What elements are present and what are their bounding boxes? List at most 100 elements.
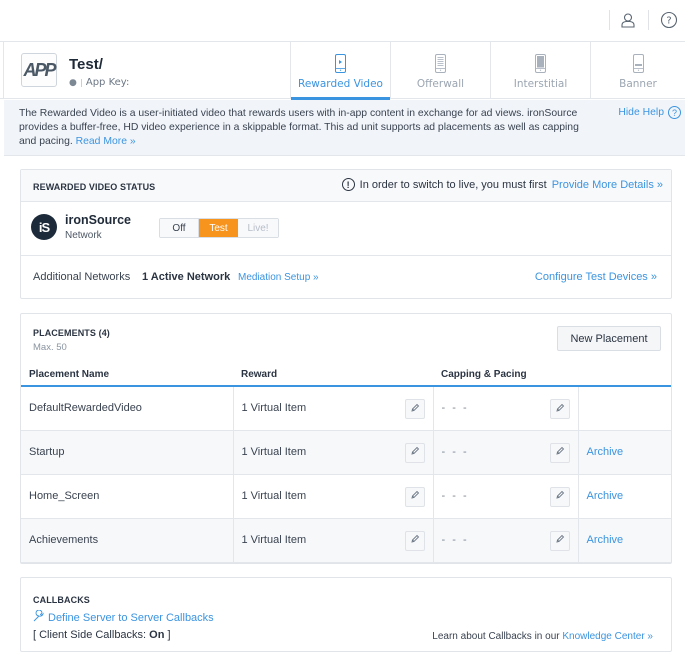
action-cell: Archive <box>578 518 671 563</box>
additional-networks-label: Additional Networks <box>33 271 131 283</box>
learn-callbacks: Learn about Callbacks in our Knowledge C… <box>432 631 653 642</box>
divider <box>609 10 610 30</box>
edit-capping-button[interactable] <box>549 442 570 463</box>
rewarded-video-status-card: REWARDED VIDEO STATUS ! In order to swit… <box>20 169 672 299</box>
edit-capping-button[interactable] <box>549 530 570 551</box>
placements-title: PLACEMENTS (4) <box>33 328 110 338</box>
help-panel: The Rewarded Video is a user-initiated v… <box>4 100 685 156</box>
placement-name: Home_Screen <box>21 474 234 519</box>
table-row: Startup 1 Virtual Item - - - Archive <box>21 430 671 475</box>
toggle-live[interactable]: Live! <box>238 219 278 237</box>
user-icon[interactable] <box>618 10 638 30</box>
edit-reward-button[interactable] <box>404 486 425 507</box>
pencil-icon <box>410 403 420 416</box>
new-placement-button[interactable]: New Placement <box>557 326 661 351</box>
pencil-icon <box>555 490 565 503</box>
svg-text:?: ? <box>666 16 671 27</box>
knowledge-center-link[interactable]: Knowledge Center » <box>562 631 653 642</box>
ad-unit-tabs: Rewarded Video Offerwall Interstitial Ba… <box>290 42 685 100</box>
toggle-off[interactable]: Off <box>160 219 199 237</box>
action-cell <box>578 386 671 431</box>
action-cell: Archive <box>578 474 671 519</box>
column-header <box>578 364 671 387</box>
capping-cell: - - - <box>433 430 579 475</box>
help-text: The Rewarded Video is a user-initiated v… <box>19 108 579 147</box>
additional-networks-row: Additional Networks 1 Active Network Med… <box>21 256 671 298</box>
edit-reward-button[interactable] <box>404 530 425 551</box>
edit-capping-button[interactable] <box>549 399 570 419</box>
interstitial-icon <box>535 54 546 73</box>
reward-cell: 1 Virtual Item <box>233 518 434 563</box>
hide-help-button[interactable]: Hide Help ? <box>618 106 681 119</box>
apple-icon: ● <box>69 77 77 88</box>
exclamation-icon: ! <box>341 178 355 191</box>
table-row: Home_Screen 1 Virtual Item - - - Archive <box>21 474 671 519</box>
network-row: iS ironSource Network Off Test Live! <box>21 202 671 256</box>
wrench-icon <box>33 609 45 625</box>
pencil-icon <box>555 534 565 547</box>
read-more-link[interactable]: Read More » <box>76 136 136 147</box>
callbacks-title: CALLBACKS <box>33 595 90 605</box>
capping-cell: - - - <box>433 518 579 563</box>
action-cell: Archive <box>578 430 671 475</box>
reward-cell: 1 Virtual Item <box>233 386 434 431</box>
pencil-icon <box>555 403 565 416</box>
reward-cell: 1 Virtual Item <box>233 474 434 519</box>
app-key: ● App Key: <box>69 77 129 88</box>
app-header: APP Test/ ● App Key: Rewarded Video Offe… <box>0 42 685 100</box>
section-title: REWARDED VIDEO STATUS <box>33 182 156 192</box>
help-circle-icon: ? <box>668 106 681 119</box>
offerwall-icon <box>435 54 446 73</box>
column-header: Capping & Pacing <box>433 364 578 387</box>
tab-banner[interactable]: Banner <box>590 42 685 99</box>
placement-name: Startup <box>21 430 234 475</box>
placements-table: Placement Name Reward Capping & Pacing D… <box>21 364 671 563</box>
column-header: Reward <box>233 364 433 387</box>
column-header: Placement Name <box>21 364 233 387</box>
edit-capping-button[interactable] <box>549 486 570 507</box>
live-warning: ! In order to switch to live, you must f… <box>341 178 663 191</box>
tab-rewarded-video[interactable]: Rewarded Video <box>290 42 390 100</box>
active-network-count: 1 Active Network <box>142 271 231 283</box>
tab-label: Banner <box>619 78 657 90</box>
toggle-test[interactable]: Test <box>199 219 238 237</box>
tab-interstitial[interactable]: Interstitial <box>490 42 590 99</box>
define-callbacks-link[interactable]: Define Server to Server Callbacks <box>33 609 214 625</box>
mediation-setup-link[interactable]: Mediation Setup » <box>238 272 319 283</box>
pencil-icon <box>555 446 565 459</box>
pencil-icon <box>410 534 420 547</box>
archive-link[interactable]: Archive <box>587 490 624 502</box>
top-bar: ? <box>0 0 685 42</box>
placements-max: Max. 50 <box>33 342 67 353</box>
client-callbacks-value: On <box>149 629 165 641</box>
table-row: DefaultRewardedVideo 1 Virtual Item - - - <box>21 386 671 431</box>
network-type: Network <box>65 230 102 241</box>
archive-link[interactable]: Archive <box>587 446 624 458</box>
network-name: ironSource <box>65 213 131 227</box>
edit-reward-button[interactable] <box>404 442 425 463</box>
help-icon[interactable]: ? <box>659 10 679 30</box>
callbacks-card: CALLBACKS Define Server to Server Callba… <box>20 577 672 652</box>
table-row: Achievements 1 Virtual Item - - - Archive <box>21 518 671 563</box>
app-name: Test/ <box>69 56 103 73</box>
edit-reward-button[interactable] <box>404 399 425 419</box>
configure-test-devices-link[interactable]: Configure Test Devices » <box>535 271 657 283</box>
pencil-icon <box>410 490 420 503</box>
tab-label: Rewarded Video <box>298 78 383 90</box>
app-key-label: App Key: <box>85 77 130 88</box>
placement-name: DefaultRewardedVideo <box>21 386 234 431</box>
placement-name: Achievements <box>21 518 234 563</box>
tab-offerwall[interactable]: Offerwall <box>390 42 490 99</box>
tab-label: Offerwall <box>416 78 465 90</box>
banner-icon <box>632 54 644 73</box>
ironsource-logo-icon: iS <box>31 214 57 240</box>
status-toggle: Off Test Live! <box>159 218 279 238</box>
provide-details-link[interactable]: Provide More Details » <box>552 179 663 191</box>
client-side-callbacks: [ Client Side Callbacks: On ] <box>33 629 171 641</box>
reward-cell: 1 Virtual Item <box>233 430 434 475</box>
divider <box>648 10 649 30</box>
capping-cell: - - - <box>433 386 579 431</box>
rewarded-video-icon <box>335 54 346 73</box>
app-logo: APP <box>21 53 57 87</box>
archive-link[interactable]: Archive <box>587 534 624 546</box>
